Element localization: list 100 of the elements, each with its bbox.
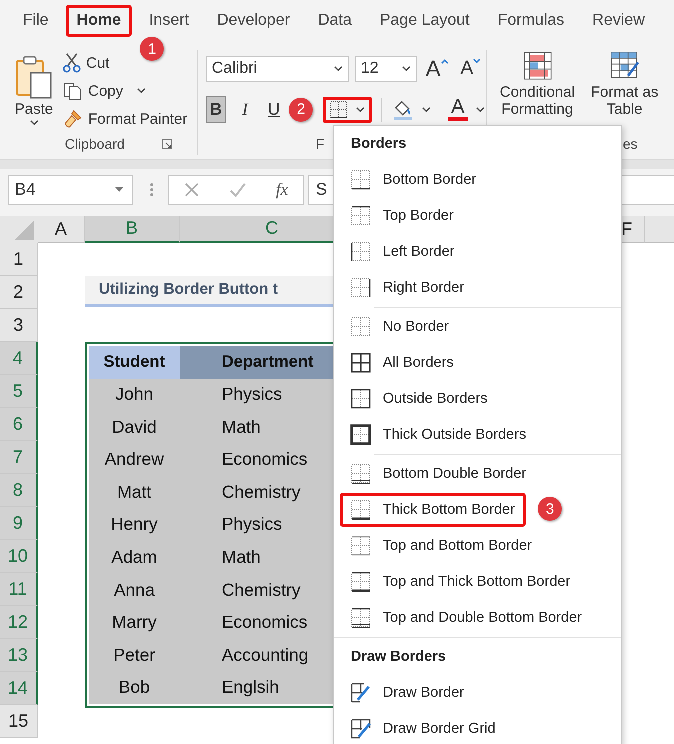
caret-icon: [334, 66, 343, 72]
header-cell: Student: [89, 346, 180, 379]
paintbrush-icon: [63, 109, 84, 129]
border-style-icon: [350, 241, 372, 263]
caret-icon: [115, 187, 124, 192]
copy-button[interactable]: Copy: [62, 80, 189, 102]
italic-button[interactable]: I: [235, 96, 256, 123]
caret-icon: [422, 106, 431, 112]
ribbon-tab[interactable]: File: [12, 5, 60, 37]
table-cell: Andrew: [89, 444, 180, 476]
ribbon-tab[interactable]: Developer: [206, 5, 302, 37]
row-header[interactable]: 7: [0, 441, 38, 474]
chevron-down-icon: [473, 59, 482, 64]
row-header[interactable]: 8: [0, 474, 38, 507]
row-header[interactable]: 1: [0, 243, 38, 276]
border-style-icon: [350, 571, 372, 593]
ribbon-tab[interactable]: Review: [582, 5, 656, 37]
table-cell: John: [89, 378, 180, 412]
ribbon-tab[interactable]: Formulas: [486, 5, 576, 37]
row-header[interactable]: 2: [0, 276, 38, 309]
border-style-icon: [350, 169, 372, 191]
border-style-icon: [350, 316, 372, 338]
caret-icon: [356, 106, 366, 112]
group-label: es: [623, 136, 638, 152]
conditional-formatting-button[interactable]: Conditional Formatting: [499, 50, 576, 119]
scissors-icon: [63, 53, 82, 73]
ribbon-tab[interactable]: Insert: [138, 5, 200, 37]
cancel-button[interactable]: [182, 180, 201, 198]
table-cell: Marry: [89, 606, 180, 639]
select-all-icon[interactable]: [0, 216, 38, 243]
name-box[interactable]: B4: [8, 174, 133, 204]
clipboard-icon: [15, 55, 54, 99]
enter-button[interactable]: [228, 180, 248, 198]
border-style-icon: [350, 388, 372, 410]
menu-item[interactable]: Thick Bottom Border: [340, 493, 526, 527]
border-style-icon: [350, 205, 372, 227]
row-header[interactable]: 15: [0, 705, 38, 738]
column-header[interactable]: [645, 216, 674, 243]
ribbon-tab[interactable]: Page Layout: [368, 5, 481, 37]
ribbon-tab[interactable]: Data: [307, 5, 363, 37]
table-cell: Anna: [89, 574, 180, 606]
format-as-table-button[interactable]: Format as Table: [590, 50, 660, 119]
grow-font-button[interactable]: A: [425, 54, 450, 84]
row-header[interactable]: 6: [0, 408, 38, 441]
row-header[interactable]: 14: [0, 672, 38, 705]
bold-button[interactable]: B: [206, 96, 226, 123]
table-cell: David: [89, 411, 180, 444]
chevron-up-icon: [440, 59, 449, 64]
dialog-launcher-icon[interactable]: [162, 138, 173, 150]
format-painter-button[interactable]: Format Painter: [62, 108, 189, 130]
underline-button[interactable]: U: [264, 96, 284, 123]
border-style-icon: [350, 607, 372, 629]
row-header[interactable]: 5: [0, 375, 38, 408]
step-badge: 1: [140, 37, 164, 61]
table-cell: Peter: [89, 638, 180, 672]
shrink-font-button[interactable]: A: [460, 54, 482, 84]
group-label: F: [316, 136, 325, 152]
row-header[interactable]: 3: [0, 309, 38, 342]
row-header[interactable]: 11: [0, 573, 38, 606]
row-header[interactable]: 9: [0, 507, 38, 540]
table-cell: Adam: [89, 541, 180, 574]
menu-item[interactable]: Bottom Border: [340, 163, 488, 197]
column-header[interactable]: A: [38, 216, 85, 243]
caret-icon: [476, 106, 485, 112]
step-badge: 3: [538, 497, 562, 521]
border-style-icon: [350, 352, 372, 374]
insert-function-button[interactable]: fx: [275, 178, 290, 200]
table-cell: Bob: [89, 671, 180, 704]
step-badge: 2: [289, 98, 314, 122]
border-style-icon: [350, 499, 372, 521]
font-size-field[interactable]: 12: [355, 56, 417, 82]
ribbon-tab[interactable]: Home: [66, 5, 132, 37]
column-header[interactable]: B: [85, 216, 180, 243]
table-cell: Henry: [89, 508, 180, 542]
group-label: Clipboard: [65, 136, 125, 152]
row-header[interactable]: 10: [0, 540, 38, 573]
row-header[interactable]: 4: [0, 342, 38, 375]
border-style-icon: [350, 535, 372, 557]
borders-button[interactable]: [323, 96, 372, 122]
border-style-icon: [350, 424, 372, 446]
copy-icon: [63, 81, 84, 101]
table-paintbrush-icon: [610, 51, 640, 81]
caret-icon: [136, 88, 146, 94]
row-header[interactable]: 12: [0, 606, 38, 639]
caret-icon: [402, 66, 411, 72]
checkmark-icon: [228, 182, 247, 198]
grip-icon: [150, 182, 154, 198]
menu-heading: Borders: [350, 135, 408, 154]
paint-bucket-icon: [392, 98, 414, 120]
border-style-icon: [350, 718, 372, 740]
border-style-icon: [350, 463, 372, 485]
font-name-field[interactable]: Calibri: [206, 56, 349, 82]
menu-item[interactable]: Draw Border Grid: [340, 712, 507, 744]
row-header[interactable]: 13: [0, 639, 38, 672]
table-cell: Matt: [89, 476, 180, 509]
conditional-formatting-icon: [522, 51, 553, 81]
font-color-button[interactable]: A: [447, 97, 486, 122]
close-icon: [184, 182, 200, 198]
paste-button[interactable]: Paste: [12, 50, 56, 133]
menu-item[interactable]: No Border: [340, 310, 460, 344]
